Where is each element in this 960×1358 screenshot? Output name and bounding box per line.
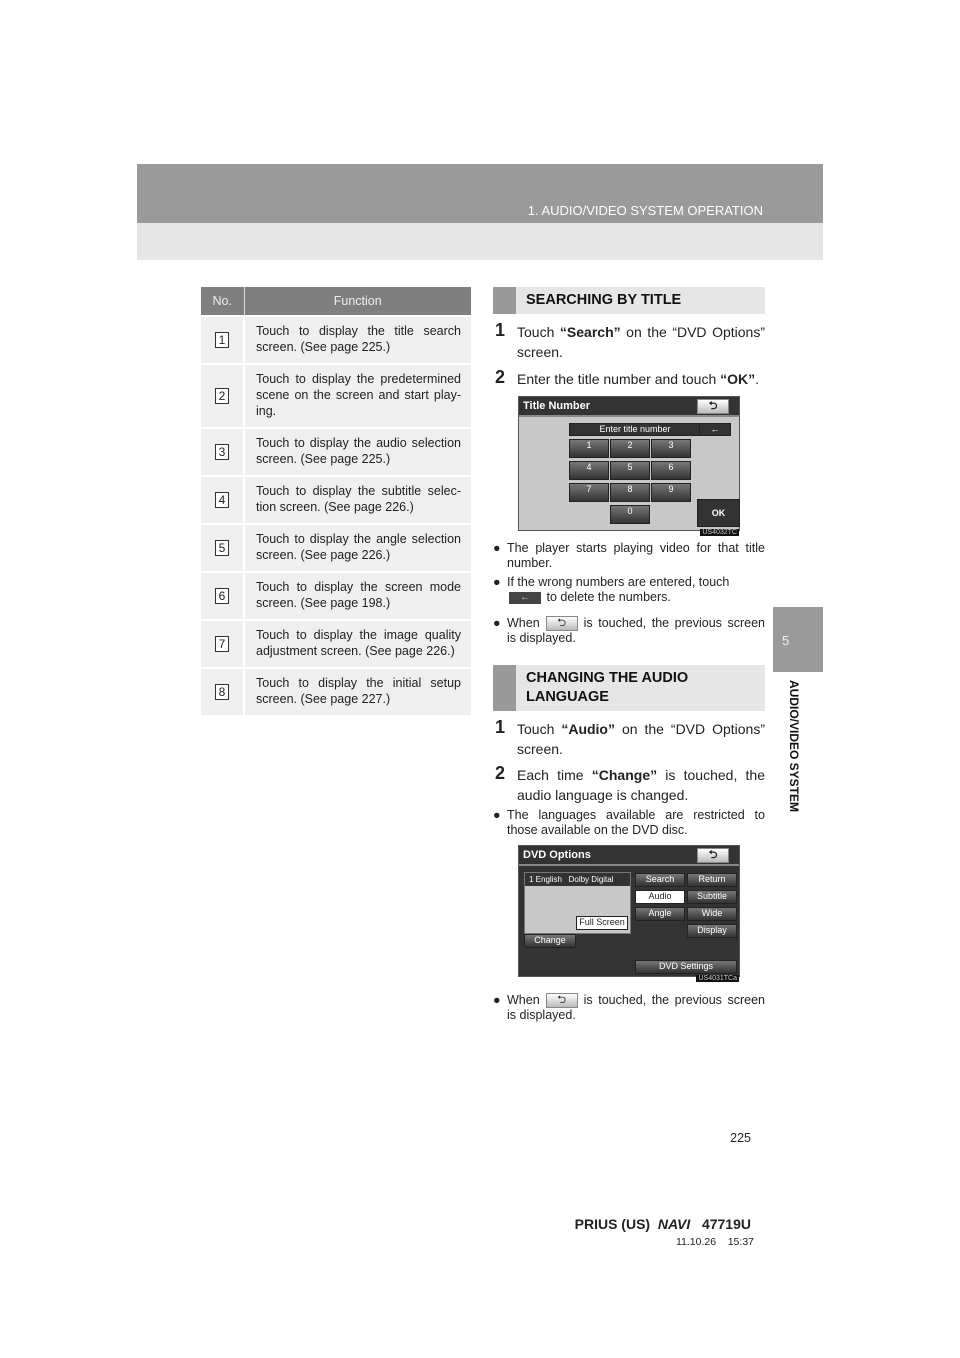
header-subband: [137, 223, 823, 260]
manual-page: 1. AUDIO/VIDEO SYSTEM OPERATION 5 AUDIO/…: [0, 0, 960, 1358]
return-icon: ⮌: [697, 848, 729, 863]
number-box: 3: [215, 444, 229, 460]
bullet: ● The languages available are restricted …: [493, 808, 765, 837]
delete-icon: ←: [699, 423, 731, 436]
number-box: 5: [215, 540, 229, 556]
number-box: 4: [215, 492, 229, 508]
table-row: 2 Touch to display the predetermined scen…: [201, 363, 471, 428]
page-number: 225: [730, 1131, 751, 1145]
bullet: ● When ⮌ is touched, the previous screen is…: [493, 616, 765, 646]
table-row: 6 Touch to display the screen mode screen…: [201, 571, 471, 620]
table-row: 5 Touch to display the angle selection sc…: [201, 523, 471, 572]
bullet: ● When ⮌ is touched, the previous screen is…: [493, 993, 765, 1023]
section-tab-number: 5: [773, 607, 823, 672]
col-no: No.: [201, 287, 245, 316]
step-2: 2 Each time “Change” is touched, the audi…: [495, 763, 765, 803]
model-code: PRIUS (US) NAVI 47719U: [574, 1216, 751, 1232]
number-box: 2: [215, 388, 229, 404]
title-number-screenshot: Title Number ⮌ Enter title number ← 1 2 3…: [518, 396, 740, 536]
bullet: ● The player starts playing video for tha…: [493, 541, 765, 570]
delete-icon: ←: [509, 591, 541, 604]
number-box: 8: [215, 684, 229, 700]
col-function: Function: [244, 287, 471, 316]
table-row: 4 Touch to display the subtitle selec-tio…: [201, 475, 471, 524]
section-heading-search: SEARCHING BY TITLE: [493, 287, 765, 314]
step-2: 2 Enter the title number and touch “OK”.: [495, 367, 760, 387]
table-row: 8 Touch to display the initial setup scre…: [201, 667, 471, 715]
section-tab-label: AUDIO/VIDEO SYSTEM: [787, 680, 801, 813]
function-table: No. Function 1 Touch to display the title …: [201, 287, 471, 715]
number-box: 1: [215, 332, 229, 348]
chapter-title: 1. AUDIO/VIDEO SYSTEM OPERATION: [527, 203, 763, 218]
number-box: 7: [215, 636, 229, 652]
section-heading-audio: CHANGING THE AUDIO LANGUAGE: [493, 665, 765, 711]
step-1: 1 Touch “Audio” on the “DVD Options” scre…: [495, 717, 765, 757]
table-row: 1 Touch to display the title search scree…: [201, 315, 471, 364]
step-1: 1 Touch “Search” on the “DVD Options” scr…: [495, 320, 765, 360]
table-row: 7 Touch to display the image quality adju…: [201, 619, 471, 668]
number-box: 6: [215, 588, 229, 604]
table-row: 3 Touch to display the audio selection sc…: [201, 427, 471, 476]
print-date: 11.10.26 15:37: [675, 1236, 754, 1248]
return-icon: ⮌: [545, 616, 578, 632]
bullet: ● If the wrong numbers are entered, touch…: [493, 575, 730, 604]
return-icon: ⮌: [545, 993, 578, 1009]
return-icon: ⮌: [697, 399, 729, 414]
dvd-options-screenshot: DVD Options ⮌ 1 English Dolby Digital Ful…: [518, 845, 740, 982]
